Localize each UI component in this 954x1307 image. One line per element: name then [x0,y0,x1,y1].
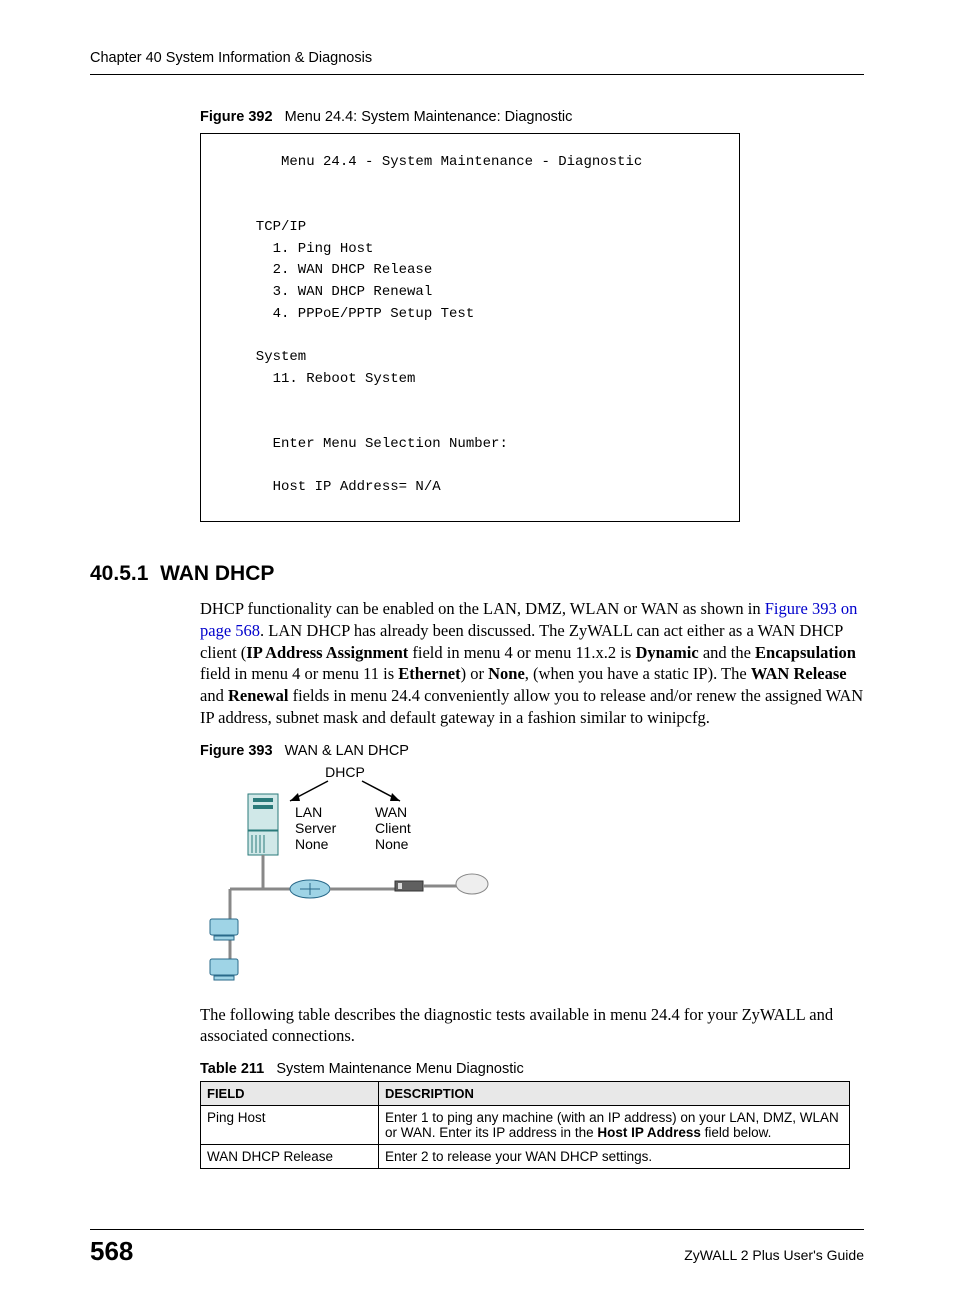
section-heading: 40.5.1 WAN DHCP [90,562,864,586]
section-paragraph-2: The following table describes the diagno… [200,1004,864,1048]
running-header: Chapter 40 System Information & Diagnosi… [90,50,864,75]
figure-393-caption: Figure 393 WAN & LAN DHCP [200,743,864,759]
dhcp-label: DHCP [325,764,365,780]
svg-text:Server: Server [295,820,337,836]
router-icon [290,880,330,898]
figure-title: Menu 24.4: System Maintenance: Diagnosti… [285,109,573,125]
svg-text:LAN: LAN [295,804,322,820]
cloud-icon [456,874,488,894]
workstation-icon [210,959,238,980]
console-output: Menu 24.4 - System Maintenance - Diagnos… [200,133,740,522]
table-row: WAN DHCP Release Enter 2 to release your… [201,1145,850,1169]
col-description: DESCRIPTION [379,1082,850,1106]
table-211-caption: Table 211 System Maintenance Menu Diagno… [200,1061,864,1077]
workstation-icon [210,919,238,940]
diagnostic-table: FIELD DESCRIPTION Ping Host Enter 1 to p… [200,1081,850,1169]
guide-title: ZyWALL 2 Plus User's Guide [684,1247,864,1263]
svg-text:None: None [375,836,409,852]
col-field: FIELD [201,1082,379,1106]
page-number: 568 [90,1236,133,1267]
section-paragraph-1: DHCP functionality can be enabled on the… [200,598,864,729]
modem-icon [395,881,423,891]
svg-text:WAN: WAN [375,804,407,820]
table-row: Ping Host Enter 1 to ping any machine (w… [201,1106,850,1145]
figure-label: Figure 392 [200,109,273,125]
tower-pc-icon [248,794,278,855]
svg-text:None: None [295,836,329,852]
svg-text:Client: Client [375,820,411,836]
figure-392-caption: Figure 392 Menu 24.4: System Maintenance… [200,109,864,125]
dhcp-diagram: DHCP LAN Server None WAN Client None [200,759,864,994]
